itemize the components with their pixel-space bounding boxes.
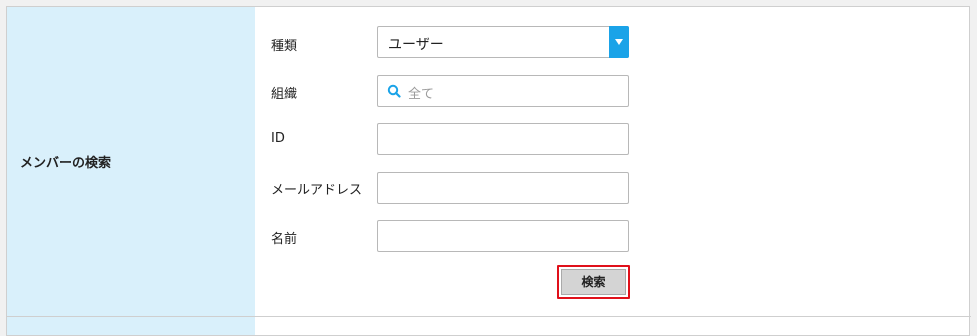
search-button-highlight: 検索 xyxy=(557,265,630,299)
id-input[interactable] xyxy=(377,123,629,155)
chevron-down-icon[interactable] xyxy=(609,26,629,58)
name-input[interactable] xyxy=(377,220,629,252)
row-divider xyxy=(7,316,971,317)
email-input[interactable] xyxy=(377,172,629,204)
name-label: 名前 xyxy=(271,232,298,247)
member-search-panel: メンバーの検索 種類 ユーザー 組織 全て ID メールアドレス 名前 検索 xyxy=(6,6,971,336)
type-label: 種類 xyxy=(271,39,298,54)
organization-placeholder: 全て xyxy=(408,87,435,102)
email-label: メールアドレス xyxy=(271,183,363,198)
section-label-column: メンバーの検索 xyxy=(7,7,255,335)
search-icon xyxy=(387,84,401,98)
organization-search-field[interactable]: 全て xyxy=(377,75,629,107)
type-select[interactable]: ユーザー xyxy=(377,26,629,58)
type-select-value: ユーザー xyxy=(388,37,444,53)
search-button[interactable]: 検索 xyxy=(561,269,626,295)
organization-label: 組織 xyxy=(271,87,298,102)
id-label: ID xyxy=(271,131,285,146)
section-title: メンバーの検索 xyxy=(20,156,112,171)
